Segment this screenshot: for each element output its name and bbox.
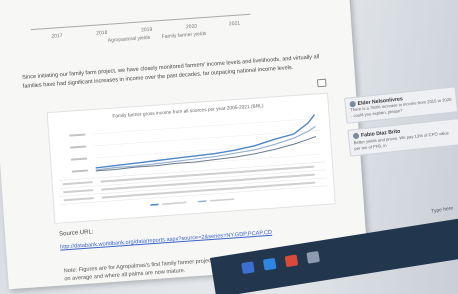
x-tick-2021: 2021	[228, 20, 241, 28]
chart-plot	[58, 114, 328, 206]
legend-family-farmer: Family farmer yields	[161, 30, 207, 40]
legend-agropastoral: Agropastoral yields	[107, 34, 151, 44]
x-tick-2019: 2019	[140, 26, 153, 34]
gridlines	[93, 117, 322, 171]
folder-icon[interactable]	[306, 250, 320, 264]
comments-pane: Elder Nelsonlivres There is a 750% incre…	[344, 86, 458, 162]
browser-icon[interactable]	[241, 261, 255, 275]
chart-legend	[150, 198, 235, 206]
x-tick-2020: 2020	[185, 23, 198, 31]
pdf-icon[interactable]	[284, 254, 299, 268]
comment-marker-icon[interactable]	[317, 78, 327, 88]
comment-card[interactable]: Elder Nelsonlivres There is a 750% incre…	[344, 86, 458, 125]
status-text: Type here	[430, 205, 454, 215]
y-axis-ticks	[69, 133, 88, 173]
top-line-chart: 10 2017 2018 2019 2020 2021 Agropastoral…	[8, 0, 262, 48]
x-tick-2018: 2018	[96, 29, 108, 37]
x-tick-2017: 2017	[51, 32, 63, 40]
monitor-screen: 10 2017 2018 2019 2020 2021 Agropastoral…	[0, 0, 458, 294]
source-label: Source URL:	[59, 229, 94, 238]
income-paragraph: Since initiating our family farm project…	[22, 54, 320, 90]
word-icon[interactable]	[262, 257, 277, 271]
comment-card[interactable]: Fabio Diaz Brito Better yields and price…	[347, 118, 458, 157]
income-chart[interactable]: Family farmer gross income from all sour…	[46, 92, 336, 224]
